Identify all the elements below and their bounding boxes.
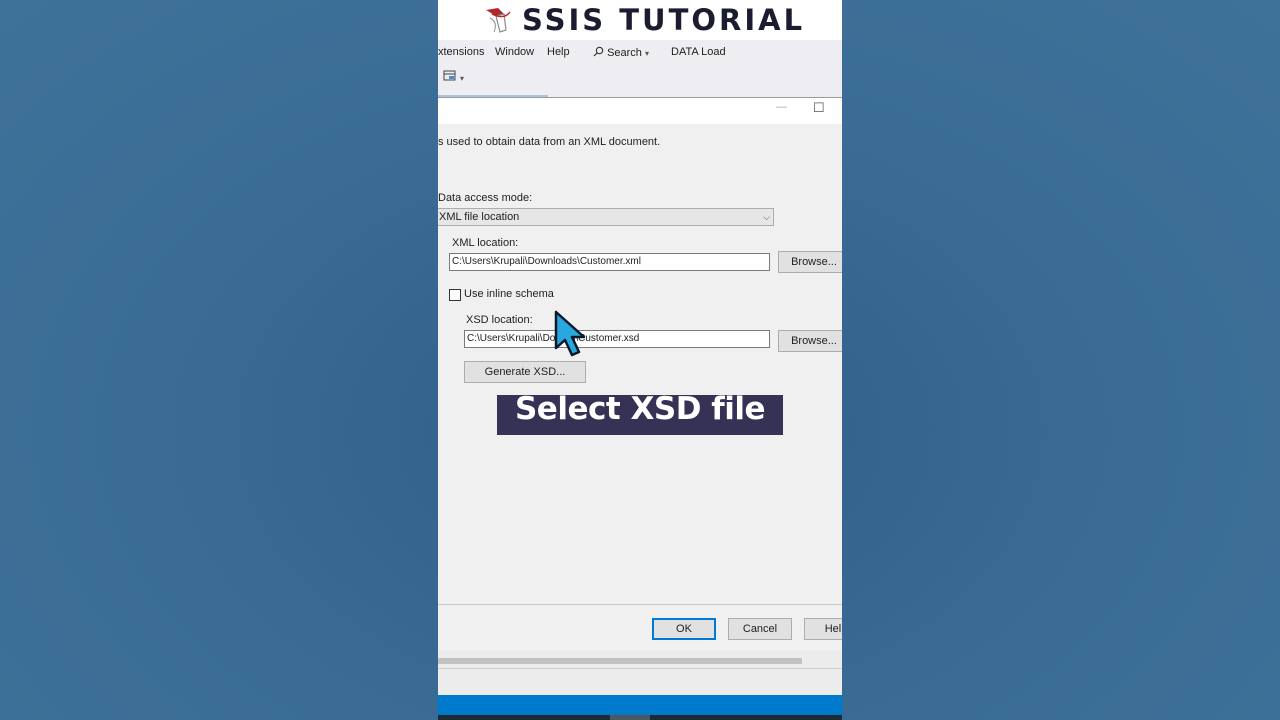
data-access-mode-label: Data access mode: xyxy=(438,192,533,204)
mouse-cursor-icon xyxy=(554,310,586,357)
inline-schema-label: Use inline schema xyxy=(464,288,554,300)
minimize-button[interactable]: — xyxy=(776,101,787,113)
data-access-mode-select[interactable]: XML file location ⌵ xyxy=(438,208,774,226)
menu-extensions[interactable]: xtensions xyxy=(438,46,484,58)
xsd-browse-button[interactable]: Browse... xyxy=(778,330,842,352)
menu-help[interactable]: Help xyxy=(547,46,570,58)
menu-bar: xtensions Window Help Search ▾ DATA Load xyxy=(438,40,842,65)
toolbar: ▾ xyxy=(438,65,842,97)
cancel-button[interactable]: Cancel xyxy=(728,618,792,640)
menu-window[interactable]: Window xyxy=(495,46,534,58)
tutorial-banner: SSIS TUTORIAL xyxy=(438,0,842,40)
xml-location-input[interactable]: C:\Users\Krupali\Downloads\Customer.xml xyxy=(449,253,770,271)
xsd-location-label: XSD location: xyxy=(466,314,533,326)
generate-xsd-button[interactable]: Generate XSD... xyxy=(464,361,586,383)
menu-search-label: Search xyxy=(607,47,642,59)
ok-button[interactable]: OK xyxy=(652,618,716,640)
dialog-titlebar: — ☐ xyxy=(438,98,842,124)
caption-overlay: Select XSD file xyxy=(497,391,783,435)
layout-icon[interactable] xyxy=(443,70,457,84)
status-bar xyxy=(438,695,842,715)
inline-schema-checkbox[interactable] xyxy=(449,289,461,301)
caption-text: Select XSD file xyxy=(514,391,766,427)
xsd-location-input[interactable]: C:\Users\Krupali\Dov s\Customer.xsd xyxy=(464,330,770,348)
xml-source-editor-dialog: — ☐ s used to obtain data from an XML do… xyxy=(438,97,842,652)
dialog-description: s used to obtain data from an XML docume… xyxy=(438,136,661,148)
button-separator xyxy=(438,604,842,605)
chevron-down-icon: ⌵ xyxy=(763,212,770,222)
help-button[interactable]: Help xyxy=(804,618,842,640)
app-window-crop: SSIS TUTORIAL xtensions Window Help Sear… xyxy=(438,0,842,720)
horizontal-scrollbar[interactable] xyxy=(438,658,802,664)
ssis-logo-icon xyxy=(486,8,511,33)
xml-browse-button[interactable]: Browse... xyxy=(778,251,842,273)
solution-name: DATA Load xyxy=(671,46,726,58)
toolbar-overflow-icon[interactable]: ▾ xyxy=(460,74,464,83)
maximize-button[interactable]: ☐ xyxy=(813,100,825,116)
menu-search[interactable]: Search ▾ xyxy=(593,46,649,59)
data-access-mode-value: XML file location xyxy=(439,211,520,223)
search-icon xyxy=(593,46,604,57)
divider xyxy=(438,668,842,669)
taskbar-active-item[interactable] xyxy=(610,715,650,720)
chevron-down-icon: ▾ xyxy=(644,49,649,58)
xml-location-label: XML location: xyxy=(452,237,519,249)
banner-title: SSIS TUTORIAL xyxy=(522,3,806,37)
